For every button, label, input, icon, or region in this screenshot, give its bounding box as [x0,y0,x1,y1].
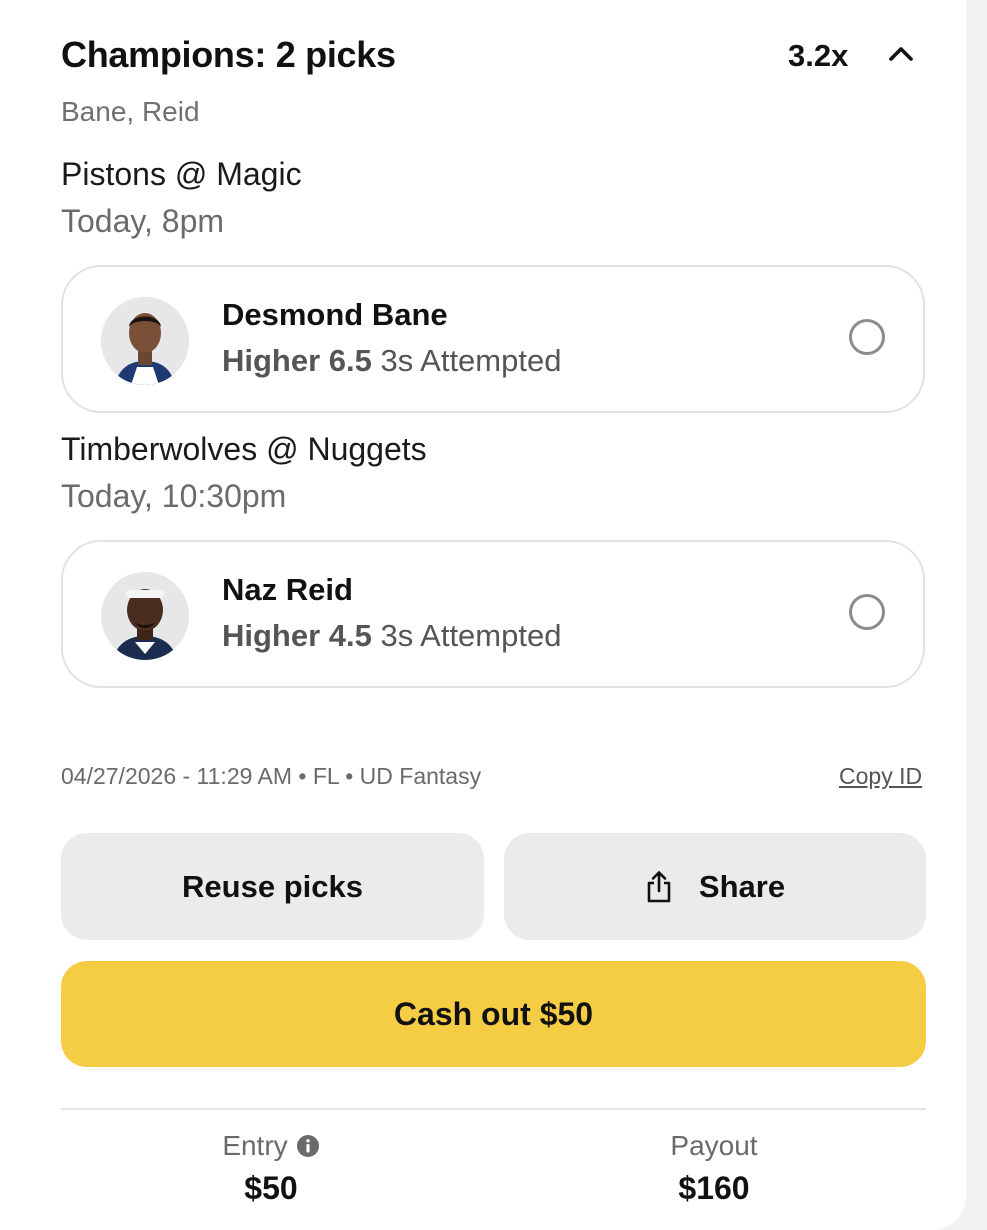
entry-label: Entry [222,1130,288,1161]
game-time: Today, 10:30pm [61,478,287,514]
game-matchup: Timberwolves @ Nuggets [61,431,427,467]
entry-meta: 04/27/2026 - 11:29 AM • FL • UD Fantasy [61,763,482,789]
entry-header[interactable]: Champions: 2 picks 3.2x [61,30,987,80]
player-name: Naz Reid [222,572,353,607]
pick-stat: 3s Attempted [380,343,562,378]
player-avatar [101,572,189,660]
pick-card-desmond-bane[interactable]: Desmond Bane Higher 6.5 3s Attempted [61,265,925,413]
entry-players-subtitle: Bane, Reid [61,96,200,127]
cash-out-label: Cash out $50 [393,995,594,1032]
payout-stat: Payout $160 [564,1130,864,1207]
share-label: Share [698,868,786,904]
payout-multiplier: 3.2x [788,38,849,73]
payout-label: Payout [670,1130,758,1161]
share-button[interactable]: Share [504,833,926,940]
payout-label-row: Payout [670,1130,757,1162]
copy-id-link[interactable]: Copy ID [839,763,922,790]
reuse-picks-button[interactable]: Reuse picks [61,833,484,940]
payout-value: $160 [678,1170,750,1206]
radio-empty-icon [849,319,885,355]
pick-line: Higher 6.5 3s Attempted [222,343,561,379]
entry-label-row: Entry [222,1130,319,1162]
game-time: Today, 8pm [61,203,225,239]
radio-empty-icon [849,594,885,630]
chevron-up-icon[interactable] [885,38,917,70]
reuse-picks-label: Reuse picks [182,868,363,904]
pick-card-naz-reid[interactable]: Naz Reid Higher 4.5 3s Attempted [61,540,925,688]
cash-out-button[interactable]: Cash out $50 [61,961,926,1067]
share-icon [647,870,671,902]
entry-value: $50 [244,1170,298,1206]
pick-direction: Higher 4.5 [222,618,372,653]
game-matchup: Pistons @ Magic [61,156,302,192]
divider [61,1108,926,1110]
info-icon[interactable] [296,1134,320,1158]
player-avatar [101,297,189,385]
player-name: Desmond Bane [222,297,448,332]
pick-line: Higher 4.5 3s Attempted [222,618,561,654]
entry-stat: Entry $50 [121,1130,421,1207]
entry-title: Champions: 2 picks [61,34,396,75]
pick-direction: Higher 6.5 [222,343,372,378]
pick-stat: 3s Attempted [380,618,562,653]
